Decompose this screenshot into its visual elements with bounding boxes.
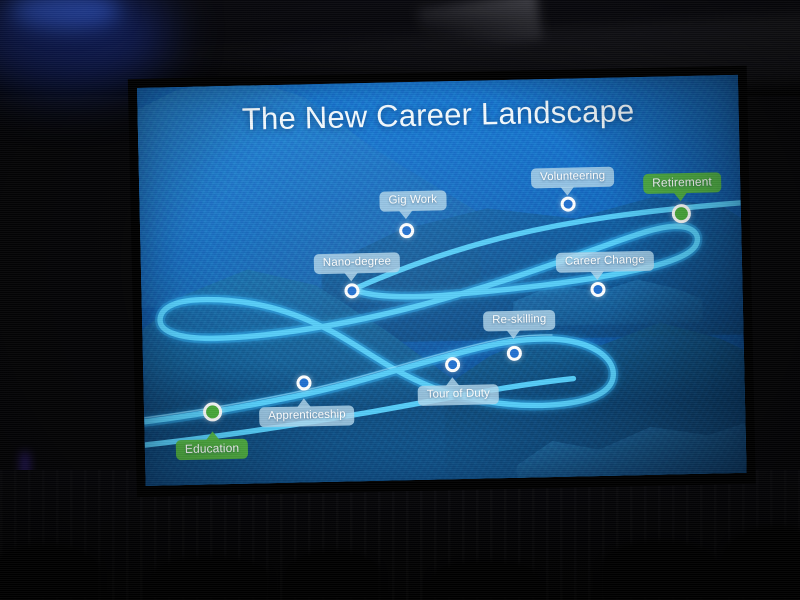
milestone-node-gig-work[interactable]	[398, 222, 414, 238]
milestone-node-career-change[interactable]	[589, 281, 606, 297]
milestone-pointer-education	[205, 431, 220, 441]
milestone-label-education[interactable]: Education	[175, 438, 249, 461]
audience-silhouette	[150, 556, 270, 600]
milestone-pointer-nano-degree	[344, 272, 359, 282]
milestone-label-retirement[interactable]: Retirement	[642, 172, 722, 194]
milestone-pointer-tour-of-duty	[445, 377, 460, 387]
audience-silhouette	[285, 550, 381, 600]
dark-auditorium-room: The New Career Landscape Education Appre…	[0, 0, 800, 600]
milestone-pointer-apprenticeship	[296, 398, 312, 408]
audience-silhouette	[600, 540, 720, 600]
milestone-pointer-re-skilling	[506, 329, 521, 339]
milestone-node-apprenticeship[interactable]	[295, 374, 312, 391]
milestone-node-re-skilling[interactable]	[506, 345, 522, 361]
presentation-slide: The New Career Landscape Education Appre…	[137, 74, 747, 486]
milestone-node-volunteering[interactable]	[559, 195, 576, 212]
milestone-label-career-change[interactable]: Career Change	[555, 250, 655, 273]
milestone-pointer-retirement	[673, 192, 688, 202]
milestone-node-nano-degree[interactable]	[343, 282, 360, 299]
audience-silhouette	[0, 544, 100, 600]
milestone-pointer-volunteering	[560, 186, 575, 196]
milestone-label-apprenticeship[interactable]: Apprenticeship	[258, 405, 355, 428]
milestone-label-tour-of-duty[interactable]: Tour of Duty	[417, 384, 500, 406]
milestone-pointer-career-change	[590, 270, 605, 281]
milestone-label-gig-work[interactable]: Gig Work	[379, 190, 447, 212]
audience-silhouette	[720, 526, 800, 600]
projection-screen: The New Career Landscape Education Appre…	[127, 65, 756, 498]
milestone-pointer-gig-work	[398, 210, 413, 220]
milestone-label-re-skilling[interactable]: Re-skilling	[482, 309, 556, 332]
audience-silhouette	[430, 560, 540, 600]
milestone-node-retirement[interactable]	[671, 203, 691, 223]
milestone-label-nano-degree[interactable]: Nano-degree	[313, 252, 401, 275]
milestone-node-education[interactable]	[202, 401, 222, 422]
milestone-label-volunteering[interactable]: Volunteering	[530, 166, 615, 189]
career-path-road	[137, 200, 744, 449]
milestone-node-tour-of-duty[interactable]	[444, 356, 460, 372]
